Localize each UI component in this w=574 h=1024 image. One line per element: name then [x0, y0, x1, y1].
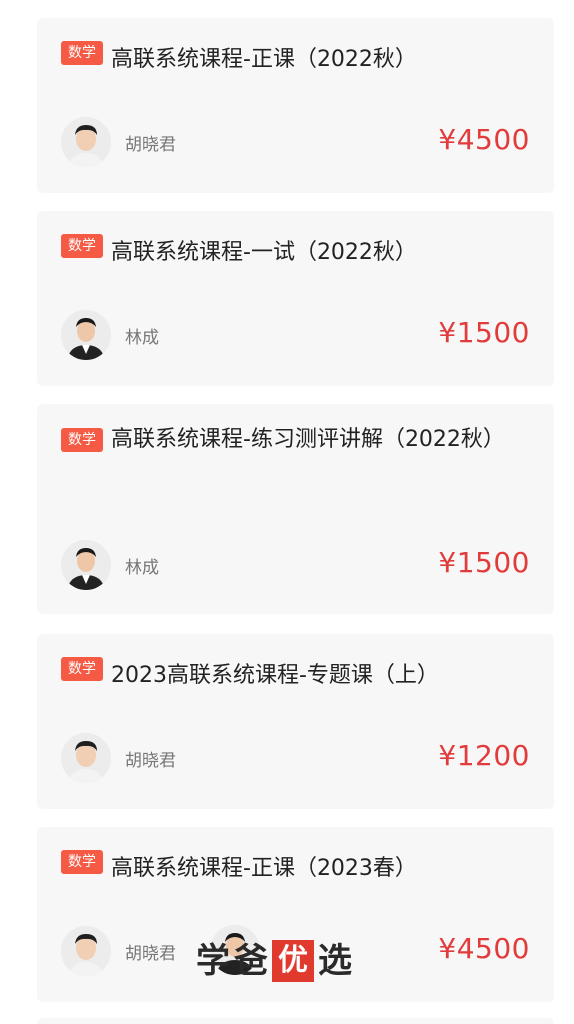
course-price: ¥1500 [438, 546, 530, 579]
course-card[interactable]: 数学 高联系统课程-练习测评讲解（2022秋） 林成 ¥1500 [37, 404, 554, 614]
teacher-name: 林成 [125, 557, 159, 578]
course-header: 数学 高联系统课程-一试（2022秋） [61, 231, 530, 275]
course-title: 高联系统课程-练习测评讲解（2022秋） [111, 427, 505, 452]
course-card[interactable]: 数学 高联系统课程-正课（2022秋） 胡晓君 ¥4500 [37, 18, 554, 193]
course-list: 数学 高联系统课程-正课（2022秋） 胡晓君 ¥4500 数学 高联系统课程-一试… [0, 0, 574, 1024]
teacher-avatar [61, 733, 111, 783]
course-title: 2023高联系统课程-专题课（上） [111, 663, 439, 688]
course-header: 数学 2023高联系统课程-专题课（上） [61, 654, 530, 698]
course-card[interactable]: 数学 2023高联系统课程-专题课（上） 胡晓君 ¥1200 [37, 634, 554, 809]
course-price: ¥4500 [438, 123, 530, 156]
course-title-wrapper: 数学 高联系统课程-练习测评讲解（2022秋） [61, 418, 530, 462]
subject-badge: 数学 [61, 41, 103, 65]
course-title: 高联系统课程-一试（2022秋） [111, 240, 417, 265]
watermark-char: 学 [196, 941, 230, 981]
teacher-info: 胡晓君 [61, 926, 176, 976]
teacher-avatar [61, 540, 111, 590]
course-card[interactable]: 数学 高联系统课程-一试（2022秋） 林成 ¥1500 [37, 211, 554, 386]
teacher-avatar-hu-icon [61, 926, 111, 976]
teacher-name: 胡晓君 [125, 134, 176, 155]
teacher-avatar [61, 117, 111, 167]
course-title: 高联系统课程-正课（2023春） [111, 856, 417, 881]
course-price: ¥4500 [438, 932, 530, 965]
teacher-avatar [61, 310, 111, 360]
teacher-avatar-hu-icon [61, 733, 111, 783]
course-title: 高联系统课程-正课（2022秋） [111, 47, 417, 72]
course-header: 数学 高联系统课程-正课（2023春） [61, 847, 530, 891]
teacher-info: 林成 [61, 540, 159, 590]
teacher-name: 林成 [125, 327, 159, 348]
course-header: 数学 高联系统课程-练习测评讲解（2022秋） [61, 424, 530, 462]
teacher-info: 林成 [61, 310, 159, 360]
course-header: 数学 高联系统课程-正课（2022秋） [61, 38, 530, 82]
subject-badge: 数学 [61, 234, 103, 258]
subject-badge: 数学 [61, 657, 103, 681]
course-price: ¥1200 [438, 739, 530, 772]
teacher-avatar-hu-icon [61, 117, 111, 167]
teacher-info: 胡晓君 [61, 733, 176, 783]
teacher-info: 胡晓君 [61, 117, 176, 167]
subject-badge: 数学 [61, 428, 103, 452]
watermark-char: 爸 [234, 941, 268, 981]
course-card-partial[interactable] [37, 1018, 554, 1024]
course-price: ¥1500 [438, 316, 530, 349]
teacher-name: 胡晓君 [125, 943, 176, 964]
watermark-box: 优 [272, 940, 314, 982]
watermark-logo: 学 爸 优 选 [196, 937, 352, 985]
teacher-name: 胡晓君 [125, 750, 176, 771]
teacher-avatar-lin-icon [61, 540, 111, 590]
teacher-avatar-lin-icon [61, 310, 111, 360]
watermark-char: 选 [318, 941, 352, 981]
teacher-avatar [61, 926, 111, 976]
subject-badge: 数学 [61, 850, 103, 874]
